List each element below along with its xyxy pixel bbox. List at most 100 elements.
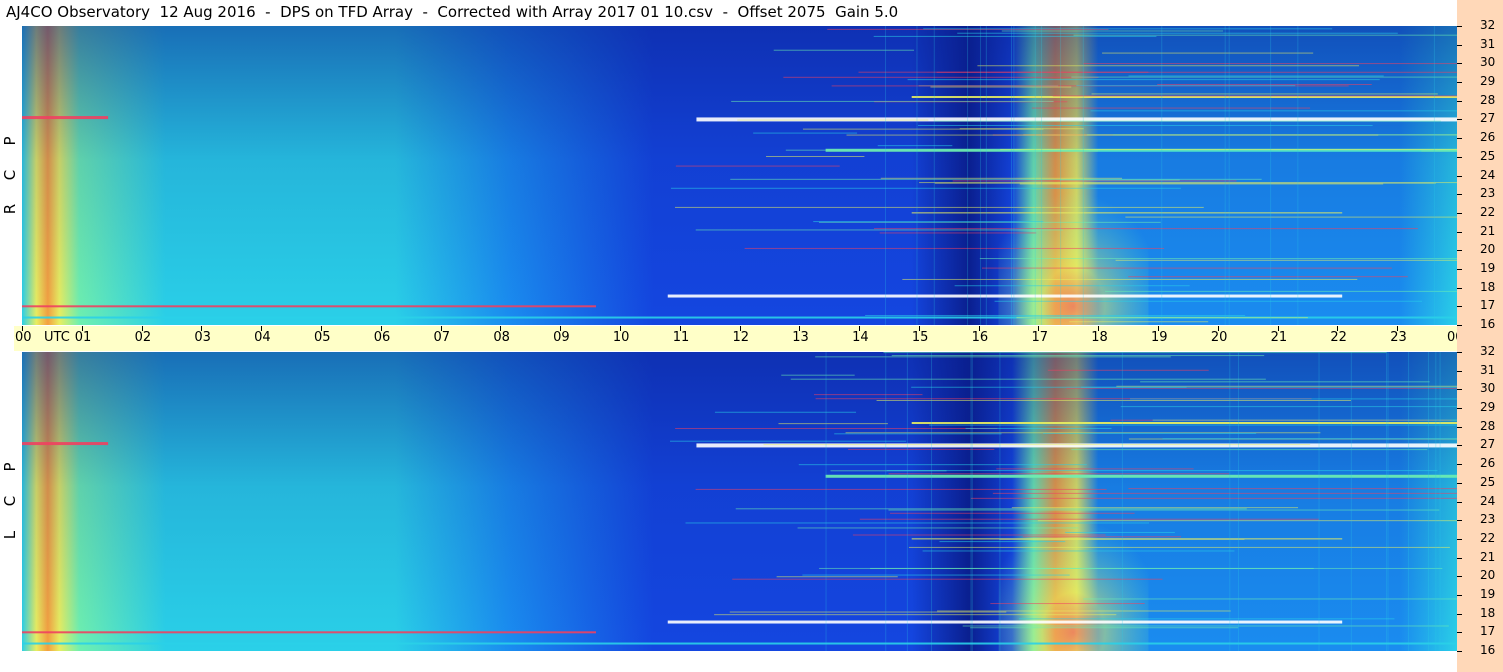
carrier-line bbox=[1073, 34, 1457, 36]
spectrogram-lcp bbox=[22, 352, 1457, 651]
time-tick-label: 20 bbox=[1210, 330, 1228, 345]
polarization-letter: C bbox=[1, 495, 19, 507]
carrier-line bbox=[1019, 183, 1384, 185]
time-tick-label: 04 bbox=[254, 330, 271, 345]
carrier-line bbox=[1065, 531, 1175, 533]
vertical-streak bbox=[1435, 352, 1437, 651]
freq-tick-label: 21 bbox=[1480, 549, 1496, 564]
carrier-line bbox=[876, 399, 1351, 401]
carrier-line bbox=[1130, 398, 1457, 400]
freq-tick bbox=[1457, 482, 1462, 484]
carrier-line bbox=[965, 427, 1112, 429]
carrier-line bbox=[737, 119, 929, 121]
spectrogram-svg-0 bbox=[22, 26, 1457, 325]
carrier-line bbox=[685, 522, 1150, 524]
interference-band bbox=[22, 642, 1457, 645]
carrier-line bbox=[873, 228, 1418, 230]
freq-tick bbox=[1457, 520, 1462, 522]
carrier-line bbox=[911, 386, 1187, 388]
carrier-line bbox=[1128, 488, 1457, 490]
time-tick-label: 17 bbox=[1031, 330, 1048, 345]
carrier-line bbox=[731, 100, 1054, 102]
carrier-line bbox=[1097, 150, 1422, 152]
vertical-streak bbox=[1224, 26, 1226, 325]
vertical-streak bbox=[916, 26, 918, 325]
freq-tick bbox=[1457, 389, 1462, 391]
vertical-streak bbox=[1297, 26, 1299, 325]
freq-tick-label: 23 bbox=[1480, 186, 1496, 201]
carrier-line bbox=[886, 470, 1438, 472]
freq-tick-label: 16 bbox=[1480, 643, 1496, 657]
freq-tick-label: 23 bbox=[1480, 512, 1496, 527]
carrier-line bbox=[729, 611, 1007, 613]
freq-tick-label: 22 bbox=[1480, 204, 1496, 219]
carrier-line bbox=[695, 229, 1063, 231]
carrier-line bbox=[797, 527, 1079, 529]
freq-tick-label: 24 bbox=[1480, 167, 1496, 182]
utc-unit-label: UTC bbox=[44, 330, 70, 345]
carrier-line bbox=[846, 134, 1379, 136]
vertical-streak bbox=[1428, 352, 1430, 651]
interference-band bbox=[22, 116, 109, 120]
freq-tick-label: 32 bbox=[1480, 344, 1496, 358]
vertical-streak bbox=[971, 352, 973, 651]
freq-tick bbox=[1457, 408, 1462, 410]
freq-tick bbox=[1457, 212, 1462, 214]
interference-band bbox=[667, 620, 1343, 624]
carrier-line bbox=[714, 411, 857, 413]
carrier-line bbox=[730, 178, 1262, 180]
freq-tick-label: 24 bbox=[1480, 493, 1496, 508]
carrier-line bbox=[1162, 438, 1457, 440]
vertical-streak bbox=[825, 352, 827, 651]
carrier-line bbox=[798, 464, 1087, 466]
carrier-line bbox=[744, 247, 1165, 249]
freq-tick-label: 29 bbox=[1480, 400, 1496, 415]
carrier-line bbox=[753, 132, 858, 134]
carrier-line bbox=[954, 285, 1190, 287]
time-tick-label: 06 bbox=[373, 330, 391, 345]
freq-tick bbox=[1457, 613, 1462, 615]
freq-tick bbox=[1457, 82, 1462, 84]
freq-tick bbox=[1457, 119, 1462, 121]
spectrogram-rcp bbox=[22, 26, 1457, 325]
carrier-line bbox=[930, 86, 1072, 88]
carrier-line bbox=[766, 155, 865, 157]
interference-band bbox=[911, 212, 1343, 214]
time-tick-label: 12 bbox=[732, 330, 750, 345]
interference-band bbox=[667, 294, 1343, 298]
time-tick-label: 15 bbox=[911, 330, 929, 345]
carrier-line bbox=[670, 440, 907, 442]
vertical-streak bbox=[1433, 26, 1435, 325]
interference-band bbox=[22, 442, 109, 446]
carrier-line bbox=[990, 603, 1145, 605]
carrier-line bbox=[773, 49, 915, 51]
carrier-line bbox=[1128, 75, 1384, 77]
carrier-line bbox=[902, 278, 1358, 280]
carrier-line bbox=[936, 71, 1457, 73]
carrier-line bbox=[1031, 107, 1311, 109]
freq-tick-label: 31 bbox=[1480, 36, 1496, 51]
freq-tick-label: 31 bbox=[1480, 362, 1496, 377]
vertical-streak bbox=[1408, 352, 1410, 651]
vertical-streak bbox=[1013, 26, 1015, 325]
freq-tick-label: 27 bbox=[1480, 437, 1496, 452]
freq-tick bbox=[1457, 63, 1462, 65]
time-tick-label: 03 bbox=[194, 330, 211, 345]
carrier-line bbox=[877, 145, 953, 147]
freq-tick bbox=[1457, 44, 1462, 46]
carrier-line bbox=[1071, 449, 1428, 451]
carrier-line bbox=[890, 512, 1135, 514]
carrier-line bbox=[1076, 85, 1296, 87]
polarization-letter: P bbox=[1, 136, 19, 146]
carrier-line bbox=[1091, 93, 1438, 95]
carrier-line bbox=[865, 314, 1246, 316]
carrier-line bbox=[1105, 290, 1457, 292]
freq-tick bbox=[1457, 538, 1462, 540]
freq-tick-label: 17 bbox=[1480, 624, 1496, 639]
freq-tick bbox=[1457, 175, 1462, 177]
carrier-line bbox=[852, 534, 1106, 536]
vertical-streak bbox=[1318, 352, 1320, 651]
carrier-line bbox=[675, 428, 998, 430]
carrier-line bbox=[834, 433, 1002, 435]
carrier-line bbox=[1152, 419, 1457, 421]
